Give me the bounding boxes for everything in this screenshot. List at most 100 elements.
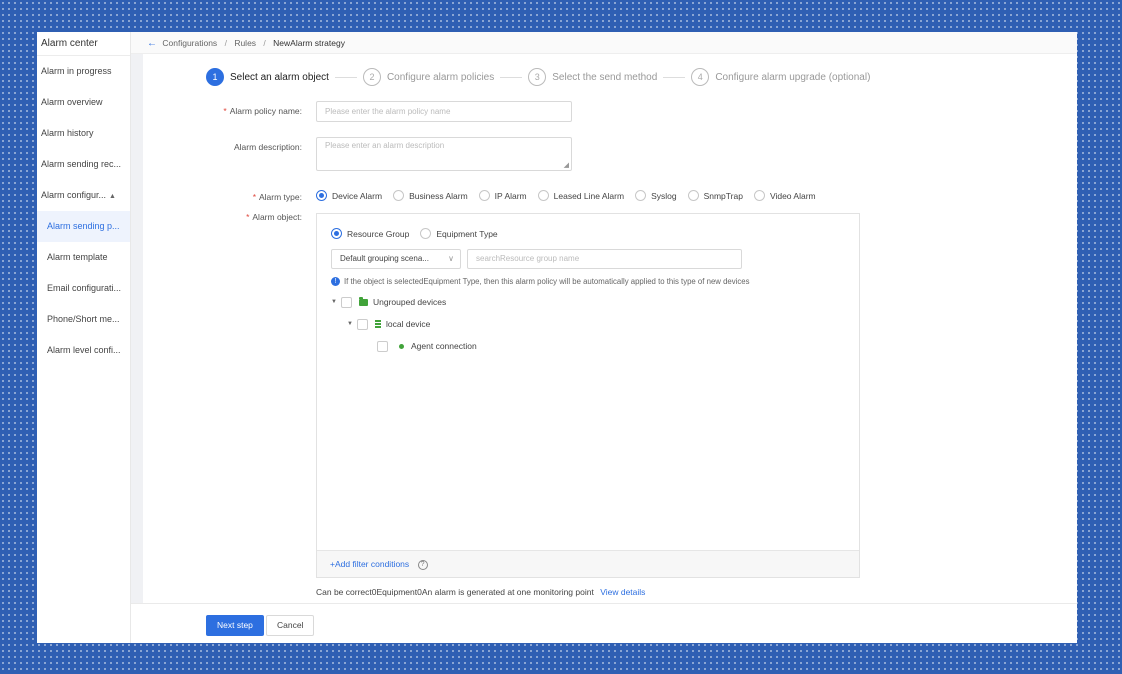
filter-bar: +Add filter conditions ? — [317, 550, 859, 577]
footer-bar: Next step Cancel — [131, 603, 1077, 643]
alarm-object-panel: Resource Group Equipment Type Default gr… — [316, 213, 860, 578]
app-window: Alarm center Alarm in progress Alarm ove… — [37, 32, 1077, 643]
sidebar-item-alarm-template[interactable]: Alarm template — [37, 242, 130, 273]
radio-business-alarm[interactable]: Business Alarm — [393, 190, 468, 201]
back-arrow-icon[interactable]: ← — [147, 38, 157, 49]
radio-video-alarm[interactable]: Video Alarm — [753, 190, 816, 201]
description-label: Alarm description: — [233, 142, 302, 152]
step-label: Select an alarm object — [230, 71, 329, 83]
object-controls: Default grouping scena... ∨ searchResourc… — [331, 249, 845, 269]
cancel-button[interactable]: Cancel — [266, 615, 315, 636]
radio-resource-group[interactable]: Resource Group — [331, 228, 409, 239]
object-mode-radio-group: Resource Group Equipment Type — [331, 228, 845, 239]
sidebar-item-alarm-in-progress[interactable]: Alarm in progress — [37, 56, 130, 87]
radio-icon — [393, 190, 405, 201]
required-marker: * — [246, 212, 250, 222]
alarm-type-radio-group: Device Alarm Business Alarm IP Alarm Lea… — [316, 190, 827, 201]
breadcrumb: ← Configurations / Rules / NewAlarm stra… — [131, 32, 1077, 54]
note-text: Can be correct0Equipment0An alarm is gen… — [316, 587, 594, 597]
step-3: 3 Select the send method — [528, 68, 657, 86]
radio-snmptrap[interactable]: SnmpTrap — [687, 190, 743, 201]
breadcrumb-separator: / — [224, 38, 227, 48]
radio-icon — [331, 228, 342, 239]
step-connector — [500, 76, 523, 78]
help-icon[interactable]: ? — [417, 559, 428, 570]
caret-down-icon[interactable]: ▼ — [347, 321, 357, 327]
tree-checkbox[interactable] — [357, 318, 368, 330]
sidebar-item-email-configuration[interactable]: Email configurati... — [37, 273, 130, 304]
next-step-button[interactable]: Next step — [206, 615, 264, 636]
main-content: ← Configurations / Rules / NewAlarm stra… — [131, 32, 1077, 643]
radio-icon — [420, 228, 432, 239]
gutter — [131, 32, 143, 643]
sidebar-item-alarm-history[interactable]: Alarm history — [37, 118, 130, 149]
tree-checkbox[interactable] — [377, 340, 388, 352]
resource-group-search-input[interactable]: searchResource group name — [467, 249, 742, 269]
sidebar-item-phone-short-message[interactable]: Phone/Short me... — [37, 304, 130, 335]
radio-icon — [635, 190, 647, 201]
step-connector — [663, 76, 686, 78]
sidebar-title: Alarm center — [37, 32, 130, 56]
radio-ip-alarm[interactable]: IP Alarm — [478, 190, 527, 201]
policy-name-label: * Alarm policy name: — [223, 106, 302, 116]
sidebar-item-alarm-sending-records[interactable]: Alarm sending rec... — [37, 149, 130, 180]
grouping-scenario-select[interactable]: Default grouping scena... ∨ — [331, 249, 461, 269]
step-number: 1 — [206, 68, 224, 86]
alarm-object-label: * Alarm object: — [246, 212, 302, 222]
tree-node-ungrouped-devices: ▼ Ungrouped devices — [331, 296, 447, 308]
server-icon — [375, 319, 381, 329]
required-marker: * — [252, 192, 256, 202]
radio-icon — [753, 190, 765, 201]
monitoring-note: Can be correct0Equipment0An alarm is gen… — [316, 587, 645, 597]
alarm-type-label: * Alarm type: — [252, 192, 302, 202]
info-message: ! If the object is selectedEquipment Type… — [331, 277, 845, 286]
radio-equipment-type[interactable]: Equipment Type — [420, 228, 498, 239]
breadcrumb-rules[interactable]: Rules — [234, 38, 256, 48]
radio-syslog[interactable]: Syslog — [635, 190, 677, 201]
caret-down-icon[interactable]: ▼ — [331, 299, 341, 305]
step-number: 2 — [362, 68, 381, 86]
step-label: Configure alarm upgrade (optional) — [715, 71, 871, 83]
step-1: 1 Select an alarm object — [206, 68, 329, 86]
resource-tree: ▼ Ungrouped devices ▼ local device Agent… — [331, 291, 845, 357]
radio-leased-line-alarm[interactable]: Leased Line Alarm — [537, 190, 624, 201]
policy-name-input[interactable]: Please enter the alarm policy name — [316, 101, 572, 122]
step-4: 4 Configure alarm upgrade (optional) — [691, 68, 870, 86]
policy-name-row: * Alarm policy name: Please enter the ala… — [206, 101, 572, 122]
view-details-link[interactable]: View details — [600, 587, 645, 597]
description-placeholder: Please enter an alarm description — [325, 141, 445, 150]
description-textarea[interactable]: Please enter an alarm description ◢ — [316, 137, 572, 171]
tree-node-agent-connection: Agent connection — [331, 335, 845, 357]
description-row: Alarm description: Please enter an alarm… — [206, 137, 572, 171]
required-marker: * — [223, 106, 227, 116]
step-label: Select the send method — [552, 71, 658, 83]
alarm-object-label-row: * Alarm object: — [206, 212, 316, 222]
sidebar-item-alarm-overview[interactable]: Alarm overview — [37, 87, 130, 118]
sidebar: Alarm center Alarm in progress Alarm ove… — [37, 32, 131, 643]
breadcrumb-current: NewAlarm strategy — [273, 38, 345, 48]
breadcrumb-configurations[interactable]: Configurations — [162, 38, 217, 48]
alarm-type-row: * Alarm type: Device Alarm Business Alarm… — [206, 190, 827, 204]
tree-node-local-device: ▼ local device — [347, 318, 431, 330]
step-connector — [334, 76, 357, 78]
wizard-steps: 1 Select an alarm object 2 Configure ala… — [206, 68, 870, 86]
radio-icon — [687, 190, 699, 201]
radio-icon — [316, 190, 327, 201]
step-label: Configure alarm policies — [386, 71, 495, 83]
status-dot-icon — [399, 343, 404, 349]
breadcrumb-separator: / — [263, 38, 266, 48]
sidebar-item-alarm-sending-policy[interactable]: Alarm sending p... — [37, 211, 130, 242]
step-2: 2 Configure alarm policies — [362, 68, 495, 86]
sidebar-item-label: Alarm configur... — [41, 190, 107, 200]
radio-device-alarm[interactable]: Device Alarm — [316, 190, 382, 201]
add-filter-conditions-link[interactable]: +Add filter conditions — [330, 559, 409, 569]
alarm-object-inner: Resource Group Equipment Type Default gr… — [331, 228, 845, 357]
tree-checkbox[interactable] — [341, 296, 352, 308]
radio-icon — [537, 190, 549, 201]
step-number: 3 — [528, 68, 547, 86]
sidebar-item-alarm-configuration[interactable]: Alarm configur... ▲ — [37, 180, 130, 211]
resize-handle-icon[interactable]: ◢ — [564, 162, 569, 169]
radio-icon — [478, 190, 490, 201]
folder-icon — [359, 296, 368, 306]
sidebar-item-alarm-level-config[interactable]: Alarm level confi... — [37, 335, 130, 366]
